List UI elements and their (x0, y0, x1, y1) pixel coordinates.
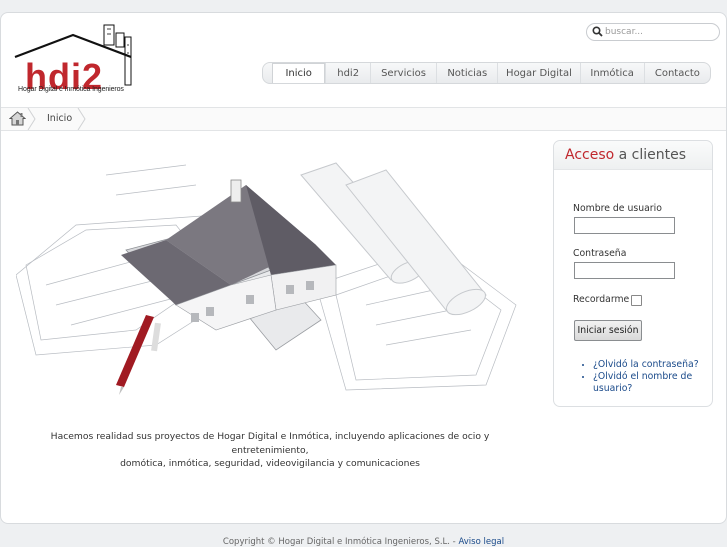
username-label: Nombre de usuario (573, 203, 662, 214)
hero-caption-line-2: domótica, inmótica, seguridad, videovigi… (120, 458, 420, 469)
search-input[interactable] (605, 25, 713, 38)
search-box[interactable] (586, 23, 720, 41)
page-container: hdi2 Hogar Digital e Inmótica Ingenieros… (0, 12, 727, 524)
nav-item-noticias[interactable]: Noticias (436, 63, 497, 83)
login-title-highlight: Acceso (565, 147, 615, 163)
nav-item-hogar-digital[interactable]: Hogar Digital (497, 63, 579, 83)
login-title: Acceso a clientes (554, 141, 712, 170)
house-blueprint-illustration (15, 162, 517, 395)
search-icon[interactable] (592, 26, 603, 40)
breadcrumb-separator-icon (27, 108, 36, 130)
home-icon[interactable] (8, 111, 27, 129)
footer: Copyright © Hogar Digital e Inmótica Ing… (0, 537, 727, 547)
hero-caption: Hacemos realidad sus proyectos de Hogar … (16, 430, 524, 471)
login-title-rest: a clientes (614, 147, 687, 163)
username-field[interactable] (574, 217, 675, 234)
nav-item-servicios[interactable]: Servicios (369, 63, 436, 83)
forgot-username-link[interactable]: ¿Olvidó el nombre de usuario? (593, 371, 727, 395)
nav-item-contacto[interactable]: Contacto (643, 63, 710, 83)
nav-item-inmotica[interactable]: Inmótica (579, 63, 644, 83)
legal-notice-link[interactable]: Aviso legal (458, 537, 504, 547)
forgot-password-link[interactable]: ¿Olvidó la contraseña? (593, 359, 727, 371)
nav-item-hdi2[interactable]: hdi2 (325, 63, 370, 83)
password-field[interactable] (574, 262, 675, 279)
hero-image (15, 155, 524, 395)
login-submit-button[interactable]: Iniciar sesión (574, 320, 642, 341)
login-help-links: ¿Olvidó la contraseña? ¿Olvidó el nombre… (572, 359, 727, 395)
footer-copyright: Copyright © Hogar Digital e Inmótica Ing… (222, 537, 459, 547)
nav-item-inicio[interactable]: Inicio (272, 63, 326, 83)
main-nav: Inicio hdi2 Servicios Noticias Hogar Dig… (262, 62, 711, 84)
breadcrumb-current: Inicio (47, 113, 73, 124)
remember-label: Recordarme (573, 294, 630, 305)
logo-tagline: Hogar Digital e Inmótica Ingenieros (18, 86, 124, 93)
hero-caption-line-1: Hacemos realidad sus proyectos de Hogar … (50, 431, 490, 456)
client-login-panel: Acceso a clientes Nombre de usuario Cont… (553, 140, 713, 407)
remember-checkbox[interactable] (631, 295, 642, 306)
breadcrumb: Inicio (1, 107, 726, 131)
password-label: Contraseña (573, 248, 627, 259)
breadcrumb-separator-icon (77, 108, 86, 130)
